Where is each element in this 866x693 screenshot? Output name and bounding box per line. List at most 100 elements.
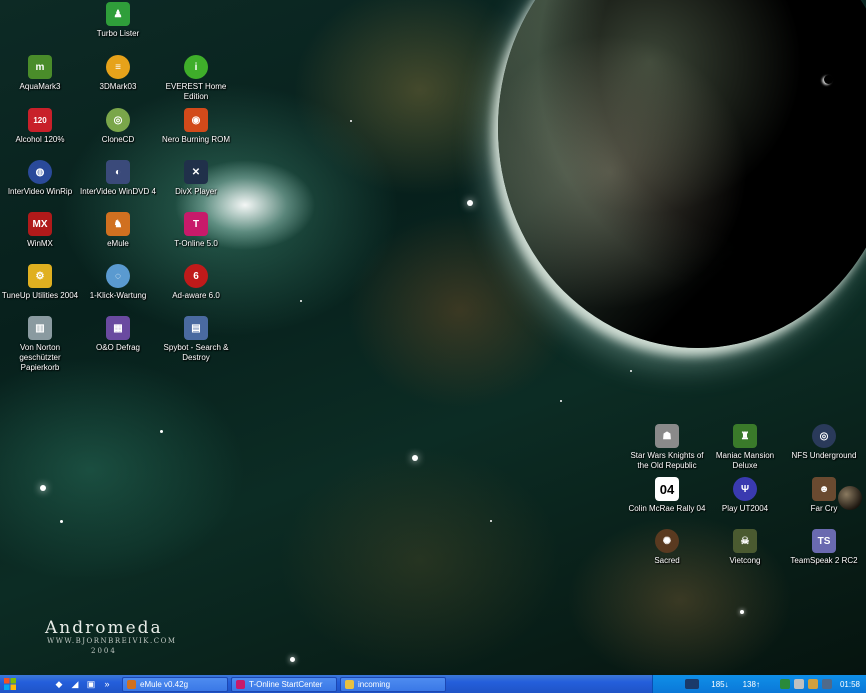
one-click-icon: ◌: [106, 264, 130, 288]
adaware-icon: 6: [184, 264, 208, 288]
desktop-icon-label: Spybot - Search & Destroy: [163, 343, 229, 362]
star: [740, 610, 744, 614]
desktop-icon-winmx[interactable]: MX WinMX: [0, 212, 80, 249]
windows-flag-icon: [4, 678, 16, 690]
explorer-icon[interactable]: ◢: [68, 677, 82, 691]
desktop-icon-label: Von Norton geschützter Papierkorb: [19, 343, 61, 372]
emule-icon: ♞: [106, 212, 130, 236]
recycle-bin-icon: ▥: [28, 316, 52, 340]
desktop-icon-spybot[interactable]: ▤ Spybot - Search & Destroy: [156, 316, 236, 363]
desktop-icon-label: TeamSpeak 2 RC2: [790, 556, 858, 565]
desktop-icon-everest[interactable]: i EVEREST Home Edition: [156, 55, 236, 102]
desktop-icon-label: TuneUp Utilities 2004: [1, 291, 79, 300]
start-button[interactable]: [0, 676, 20, 692]
star: [160, 430, 163, 433]
nfs-icon: ◎: [812, 424, 836, 448]
star: [560, 400, 562, 402]
desktop-icon-vietcong[interactable]: ☠ Vietcong: [705, 529, 785, 566]
desktop-icon-kotor[interactable]: ☗ Star Wars Knights of the Old Republic: [627, 424, 707, 471]
desktop-icon-divx[interactable]: ✕ DivX Player: [156, 160, 236, 197]
winrip-icon: ◍: [28, 160, 52, 184]
desktop-icon-winrip[interactable]: ◍ InterVideo WinRip: [0, 160, 80, 197]
taskbar-button-t-online[interactable]: T-Online StartCenter: [231, 676, 337, 692]
desktop-icon-alcohol[interactable]: 120 Alcohol 120%: [0, 108, 80, 145]
desktop-icon-label: CloneCD: [101, 135, 135, 144]
network-meter-icon[interactable]: [685, 679, 700, 689]
nero-icon: ◉: [184, 108, 208, 132]
volume-icon[interactable]: [821, 679, 832, 689]
desktop-icon-recycle-bin[interactable]: ▥ Von Norton geschützter Papierkorb: [0, 316, 80, 373]
desktop-icon-3dmark[interactable]: ≡ 3DMark03: [78, 55, 158, 92]
star: [40, 485, 46, 491]
media-icon[interactable]: ▣: [84, 677, 98, 691]
star: [290, 657, 295, 662]
desktop-icon-label: Maniac Mansion Deluxe: [715, 451, 775, 470]
emule-icon: [127, 679, 136, 689]
t-online-icon: T: [184, 212, 208, 236]
winmx-icon: MX: [28, 212, 52, 236]
desktop-icon-label: Alcohol 120%: [15, 135, 65, 144]
folder-icon: [345, 679, 354, 689]
desktop-icon-t-online[interactable]: T T-Online 5.0: [156, 212, 236, 249]
desktop-icon-far-cry[interactable]: ☻ Far Cry: [784, 477, 864, 514]
desktop-icon-label: Sacred: [654, 556, 680, 565]
desktop-icon-maniac-mansion[interactable]: ♜ Maniac Mansion Deluxe: [705, 424, 785, 471]
star: [60, 520, 63, 523]
sacred-icon: ✺: [655, 529, 679, 553]
desktop-icon-nfs[interactable]: ◎ NFS Underground: [784, 424, 864, 461]
more-icon[interactable]: »: [100, 677, 114, 691]
desktop-icon-label: eMule: [107, 239, 129, 248]
desktop-icon-aquamark[interactable]: m AquaMark3: [0, 55, 80, 92]
star: [412, 455, 418, 461]
desktop-icon-label: InterVideo WinDVD 4: [80, 187, 156, 196]
desktop-icon-turbo-lister[interactable]: ♟ Turbo Lister: [78, 2, 158, 39]
desktop-icon-windvd[interactable]: ◐ InterVideo WinDVD 4: [78, 160, 158, 197]
tray-app-icon[interactable]: [779, 679, 790, 689]
aquamark-icon: m: [28, 55, 52, 79]
desktop-icon-label: AquaMark3: [19, 82, 61, 91]
desktop-icon-label: WinMX: [27, 239, 53, 248]
desktop-icon-label: Nero Burning ROM: [161, 135, 231, 144]
planet-artwork: [498, 0, 866, 348]
clock[interactable]: 01:58: [840, 680, 860, 689]
clonecd-icon: ◎: [106, 108, 130, 132]
star: [490, 520, 492, 522]
taskbar-button-label: incoming: [358, 679, 391, 689]
desktop-icon-nero[interactable]: ◉ Nero Burning ROM: [156, 108, 236, 145]
desktop-icon-clonecd[interactable]: ◎ CloneCD: [78, 108, 158, 145]
desktop-icon-one-click[interactable]: ◌ 1-Klick-Wartung: [78, 264, 158, 301]
taskbar-button-incoming[interactable]: incoming: [340, 676, 446, 692]
desktop-icon-defrag[interactable]: ▦ O&O Defrag: [78, 316, 158, 353]
desktop-icon-label: DivX Player: [175, 187, 217, 196]
desktop-icon-tuneup[interactable]: ⚙ TuneUp Utilities 2004: [0, 264, 80, 301]
desktop-icon-adaware[interactable]: 6 Ad-aware 6.0: [156, 264, 236, 301]
desktop-icon-ut2004[interactable]: Ψ Play UT2004: [705, 477, 785, 514]
moon-artwork: [824, 75, 833, 84]
desktop-icon-teamspeak[interactable]: TS TeamSpeak 2 RC2: [784, 529, 864, 566]
turbo-lister-icon: ♟: [106, 2, 130, 26]
desktop-icon-label: Play UT2004: [721, 504, 769, 513]
maniac-mansion-icon: ♜: [733, 424, 757, 448]
alcohol-icon: 120: [28, 108, 52, 132]
desktop-icon-label: EVEREST Home Edition: [165, 82, 227, 101]
desktop-icon-label: NFS Underground: [791, 451, 857, 460]
desktop[interactable]: Andromeda WWW.BJORNBREIVIK.COM 2004 ♟ Tu…: [0, 0, 866, 675]
taskbar-button-label: T-Online StartCenter: [249, 679, 323, 689]
tuneup-icon: ⚙: [28, 264, 52, 288]
desktop-icon-sacred[interactable]: ✺ Sacred: [627, 529, 707, 566]
taskbar-button-label: eMule v0.42g: [140, 679, 189, 689]
3dmark-icon: ≡: [106, 55, 130, 79]
tray-app-icon[interactable]: [807, 679, 818, 689]
system-tray: 185↓ 138↑ 01:58: [652, 675, 866, 693]
vietcong-icon: ☠: [733, 529, 757, 553]
desktop-icon-label: Colin McRae Rally 04: [628, 504, 706, 513]
desktop-icon-label: Far Cry: [810, 504, 838, 513]
tray-app-icon[interactable]: [793, 679, 804, 689]
everest-icon: i: [184, 55, 208, 79]
desktop-icon[interactable]: ◆: [52, 677, 66, 691]
teamspeak-icon: TS: [812, 529, 836, 553]
desktop-icon-label: Turbo Lister: [96, 29, 140, 38]
desktop-icon-colin-mcrae[interactable]: 04 Colin McRae Rally 04: [627, 477, 707, 514]
taskbar-button-emule[interactable]: eMule v0.42g: [122, 676, 228, 692]
desktop-icon-emule[interactable]: ♞ eMule: [78, 212, 158, 249]
